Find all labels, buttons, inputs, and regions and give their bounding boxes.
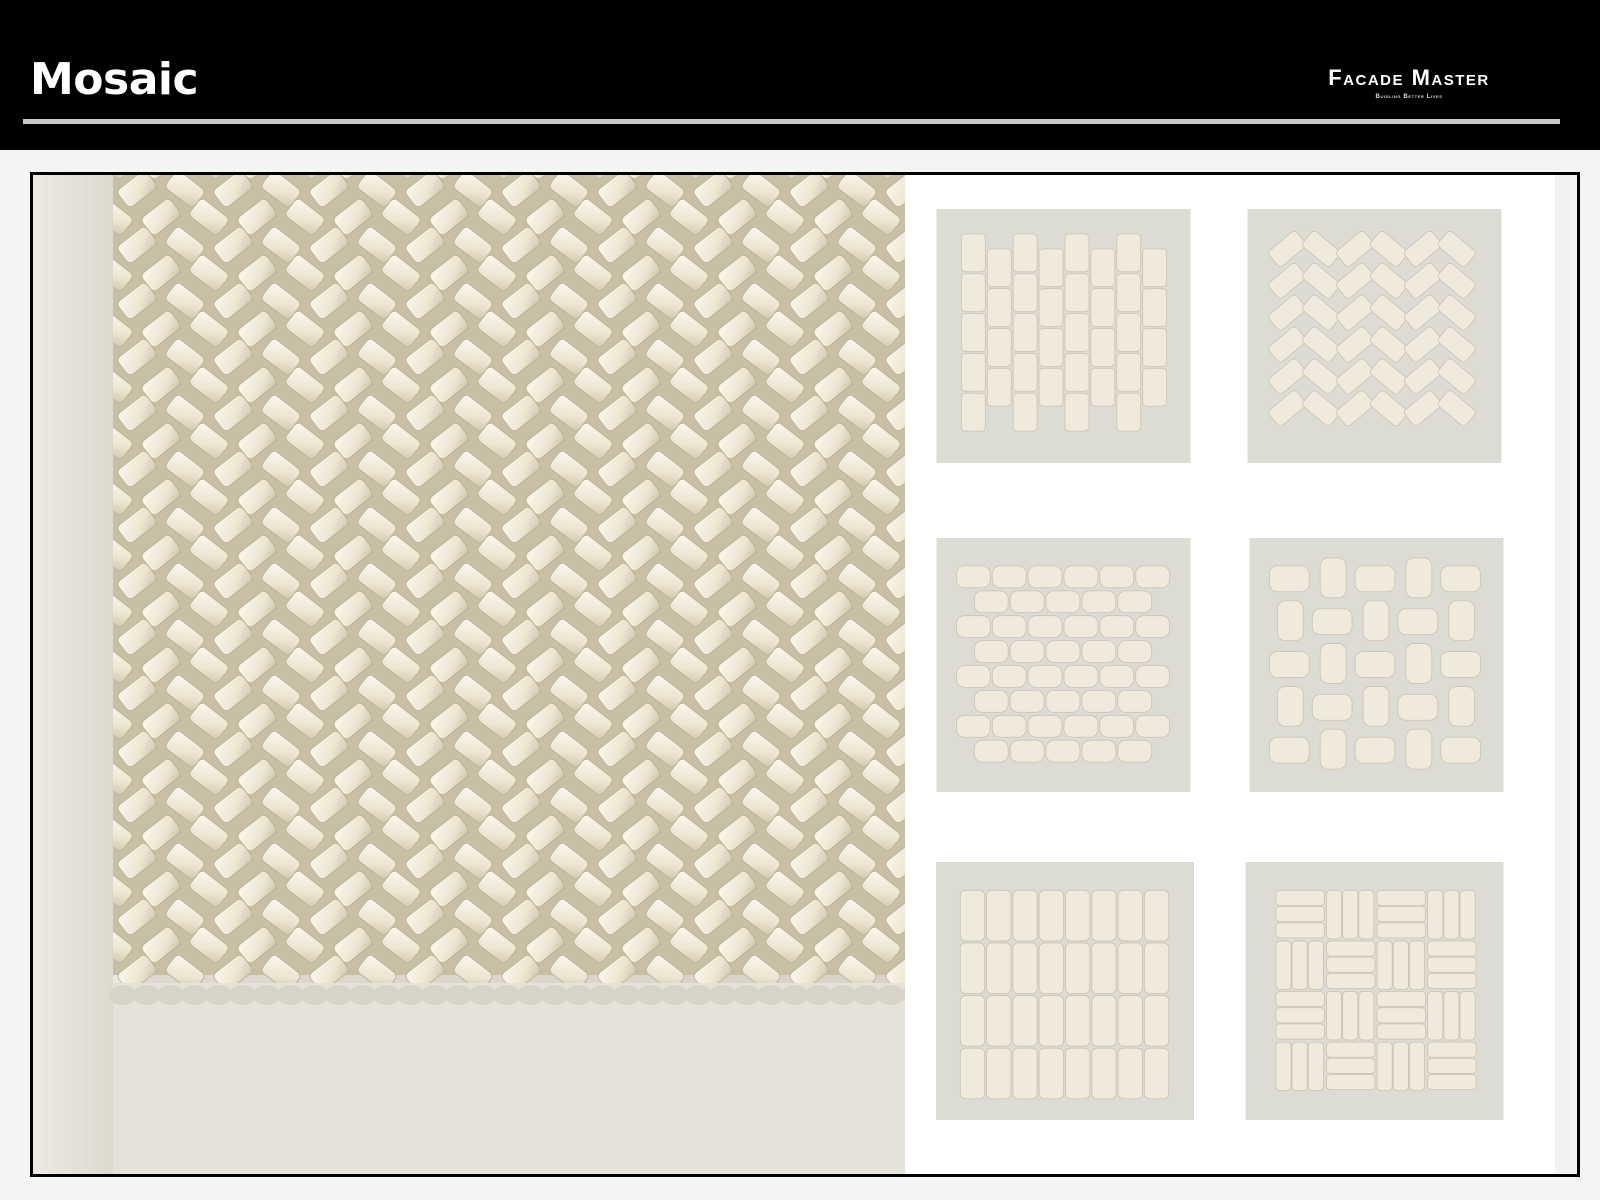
thumbnail-chevron-weave[interactable]: [1247, 209, 1502, 463]
thumbnail-grid-arch[interactable]: [936, 862, 1194, 1120]
main-mosaic-photo[interactable]: [33, 175, 905, 1174]
panel-gutter: [1555, 175, 1577, 1174]
thumbnail-checker-weave[interactable]: [1245, 862, 1504, 1120]
thumbnail-brick-arch[interactable]: [936, 538, 1191, 792]
thumbnail-vertical-weave[interactable]: [936, 209, 1191, 463]
mosaic-photo: [33, 175, 905, 1174]
gallery-panel: [30, 172, 1580, 1177]
brand-tagline: Buidling Better Lives: [1375, 94, 1443, 100]
thumbnail-basket-weave[interactable]: [1249, 538, 1504, 792]
brand-name: Facade Master: [1328, 65, 1490, 90]
header-bar: Mosaic Facade Master Buidling Better Liv…: [0, 0, 1600, 150]
page-title: Mosaic: [30, 54, 199, 105]
brand-logo: Facade Master Buidling Better Lives: [1282, 65, 1536, 101]
header-divider: [23, 119, 1560, 124]
